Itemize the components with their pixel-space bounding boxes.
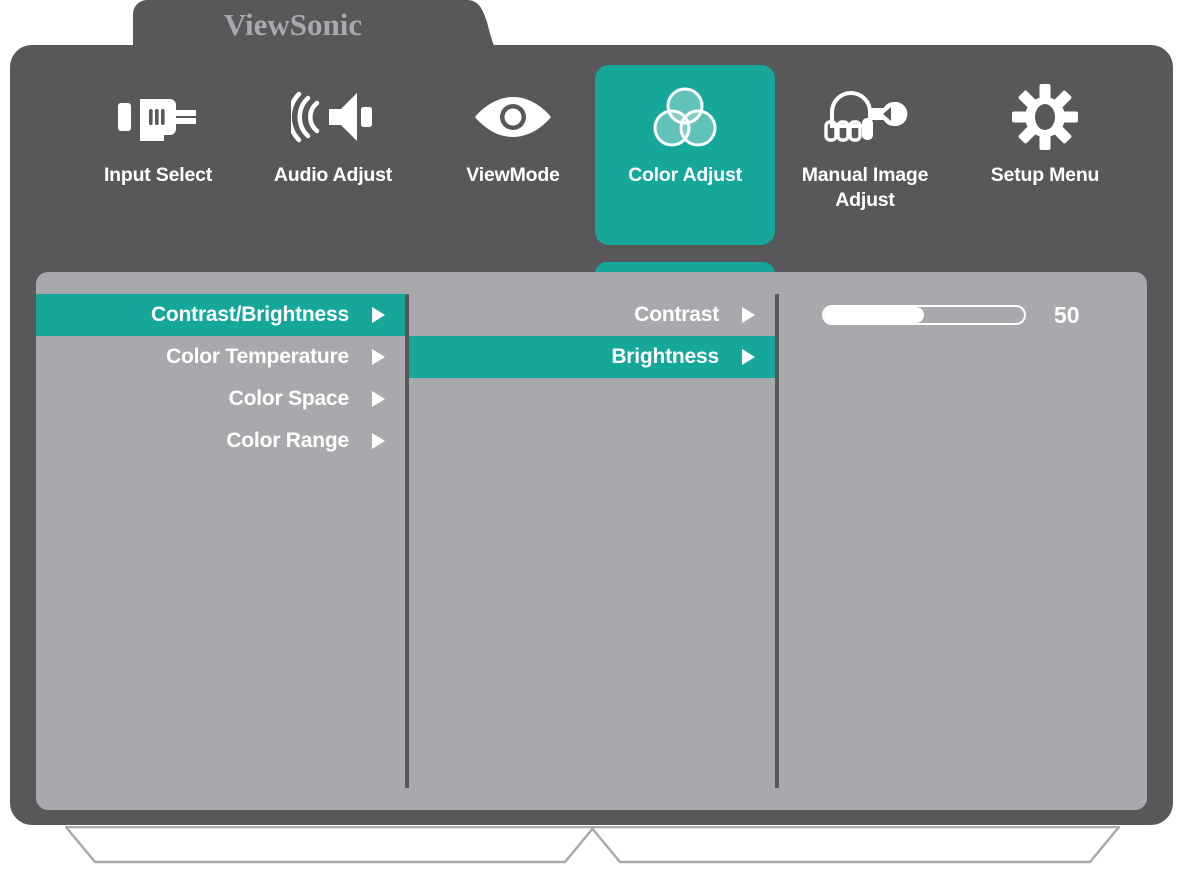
menu-level-3: 50: [779, 294, 1147, 336]
menu-panel: Contrast/Brightness Color Temperature Co…: [36, 272, 1147, 810]
menu-item-contrast-brightness[interactable]: Contrast/Brightness: [36, 294, 405, 336]
status-bracket-left: [65, 826, 595, 864]
chevron-right-icon: [365, 431, 391, 451]
brightness-slider[interactable]: [822, 305, 1026, 325]
top-nav: Input Select Audio Adjust ViewMode Color…: [10, 45, 1173, 245]
submenu-item-contrast[interactable]: Contrast: [409, 294, 775, 336]
tab-viewmode-label: ViewMode: [466, 164, 560, 186]
chevron-right-icon: [365, 305, 391, 325]
tab-color-adjust[interactable]: Color Adjust: [595, 65, 775, 245]
eye-icon: [473, 77, 553, 157]
chevron-right-icon: [365, 389, 391, 409]
submenu-item-label: Brightness: [611, 345, 719, 368]
column-divider-2: [775, 294, 779, 788]
menu-level-1: Contrast/Brightness Color Temperature Co…: [36, 294, 405, 462]
tab-manual-image-adjust-label: Manual Image Adjust: [801, 164, 929, 211]
video-input-icon: [116, 77, 200, 157]
tab-audio-adjust-label: Audio Adjust: [273, 164, 393, 186]
tab-setup-menu-label: Setup Menu: [990, 164, 1100, 186]
chevron-right-icon: [735, 347, 761, 367]
menu-item-color-temperature[interactable]: Color Temperature: [36, 336, 405, 378]
status-bar: eco 1920 x 1080 @ 60Hz: [10, 820, 1173, 876]
status-bracket-right: [590, 826, 1120, 864]
osd-root: ViewSonic Input Select Audio Adjust View…: [0, 0, 1183, 887]
menu-item-label: Color Range: [226, 429, 349, 452]
tab-setup-menu[interactable]: Setup Menu: [955, 65, 1135, 245]
tab-manual-image-adjust[interactable]: Manual Image Adjust: [775, 65, 955, 245]
chevron-right-icon: [365, 347, 391, 367]
brightness-slider-row: 50: [779, 294, 1147, 336]
brightness-value: 50: [1054, 301, 1080, 328]
gear-icon: [1012, 77, 1078, 157]
tab-viewmode[interactable]: ViewMode: [423, 65, 603, 245]
menu-item-label: Color Temperature: [166, 345, 349, 368]
submenu-item-brightness[interactable]: Brightness: [409, 336, 775, 378]
menu-item-label: Contrast/Brightness: [150, 303, 349, 326]
tab-input-select[interactable]: Input Select: [68, 65, 248, 245]
tab-color-adjust-label: Color Adjust: [628, 164, 742, 186]
tab-audio-adjust[interactable]: Audio Adjust: [243, 65, 423, 245]
menu-level-2: Contrast Brightness: [409, 294, 775, 378]
color-circles-icon: [649, 77, 721, 157]
menu-item-color-space[interactable]: Color Space: [36, 378, 405, 420]
hand-wrench-icon: [822, 77, 908, 157]
menu-item-color-range[interactable]: Color Range: [36, 420, 405, 462]
brightness-slider-fill: [824, 307, 924, 323]
menu-item-label: Color Space: [228, 387, 350, 410]
chevron-right-icon: [735, 305, 761, 325]
speaker-icon: [291, 77, 375, 157]
tab-input-select-label: Input Select: [103, 164, 213, 186]
submenu-item-label: Contrast: [634, 303, 719, 326]
